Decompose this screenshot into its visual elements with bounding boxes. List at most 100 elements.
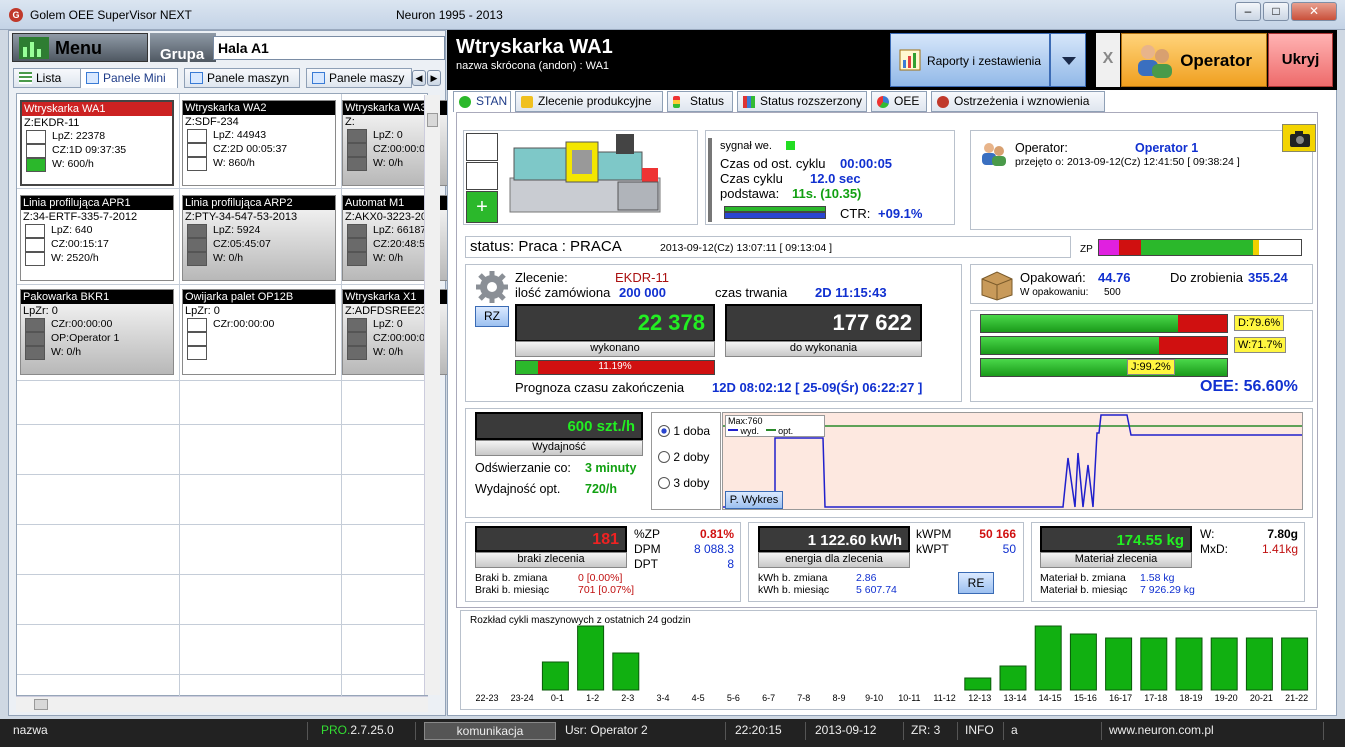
machine-card[interactable]: Linia profilująca ARP2 Z:PTY-34-547-53-20… <box>182 195 336 281</box>
range-3-days[interactable]: 3 doby <box>658 476 709 490</box>
cycle-bar-tick-label: 11-12 <box>933 693 956 703</box>
machine-card-value: CZr:00:00:00 <box>213 318 275 330</box>
re-button[interactable]: RE <box>958 572 994 594</box>
status-url[interactable]: www.neuron.com.pl <box>1104 722 1324 740</box>
cycle-bar-tick-label: 22-23 <box>475 693 499 703</box>
cycle-bar <box>1245 637 1273 691</box>
box-icon <box>981 271 1013 301</box>
signal-lamp-icon <box>187 252 207 266</box>
signal-lamp-icon <box>25 318 45 332</box>
todo-counter: 177 622 <box>725 304 922 342</box>
tab-oee[interactable]: OEE <box>871 91 927 112</box>
operator-name: Operator 1 <box>1135 141 1199 155</box>
hide-button[interactable]: Ukryj <box>1268 33 1333 87</box>
operator-label: Operator <box>1180 51 1252 70</box>
range-1-day[interactable]: 1 doba <box>658 424 710 438</box>
opt-perf-value: 720/h <box>585 482 617 496</box>
zp-label: ZP <box>1080 244 1093 255</box>
tab-machine-panels-2[interactable]: Panele maszy <box>306 68 412 88</box>
range-2-days[interactable]: 2 doby <box>658 450 709 464</box>
machine-card[interactable]: Owijarka palet OP12B LpZr: 0 CZr:00:00:00 <box>182 289 336 375</box>
group-field[interactable]: Hala A1 <box>213 36 445 60</box>
horizontal-scrollbar[interactable] <box>16 696 428 712</box>
machine-card[interactable]: Linia profilująca APR1 Z:34-ERTF-335-7-20… <box>20 195 174 281</box>
tab-label: Zlecenie produkcyjne <box>538 94 652 108</box>
machine-card[interactable]: Pakowarka BKR1 LpZr: 0 CZr:00:00:00 OP:Oper… <box>20 289 174 375</box>
energy-shift-label: kWh b. zmiana <box>758 572 828 584</box>
signal-lamp-icon <box>187 224 207 238</box>
close-button[interactable]: ✕ <box>1291 2 1337 21</box>
list-icon <box>19 72 32 84</box>
signal-lamp-icon <box>187 332 207 346</box>
camera-button[interactable] <box>1282 124 1316 152</box>
tab-machine-panels[interactable]: Panele maszyn <box>184 68 300 88</box>
machine-card-title: Owijarka palet OP12B <box>183 290 335 304</box>
tab-scroll-right-icon[interactable]: ▶ <box>427 70 441 86</box>
communication-indicator[interactable]: komunikacja <box>424 722 556 740</box>
cycle-bar-tick-label: 12-13 <box>968 693 992 703</box>
status-info[interactable]: INFO <box>960 722 1004 740</box>
tab-production-order[interactable]: Zlecenie produkcyjne <box>515 91 663 112</box>
range-label: 3 doby <box>673 476 710 490</box>
machine-card[interactable]: Wtryskarka WA1 Z:EKDR-11 LpZ: 22378 CZ:1D 0… <box>20 100 174 186</box>
tab-stan[interactable]: STAN <box>453 91 511 112</box>
kwpm-label: kWPM <box>916 527 952 541</box>
window-subtitle: Neuron 1995 - 2013 <box>396 8 503 22</box>
chart-button[interactable]: P. Wykres <box>725 491 783 509</box>
menu-chart-icon <box>19 37 49 59</box>
machine-card-value: LpZ: 66187 <box>373 224 427 236</box>
signal-lamp-icon <box>26 158 46 172</box>
done-label: wykonano <box>515 341 715 357</box>
operator-button[interactable]: Operator <box>1121 33 1267 87</box>
tab-list[interactable]: Lista <box>13 68 81 88</box>
machine-card[interactable]: Wtryskarka WA2 Z:SDF-234 LpZ: 44943 CZ:2D 0… <box>182 100 336 186</box>
tab-status[interactable]: Status <box>667 91 733 112</box>
cycle-bar <box>1140 637 1168 691</box>
dpt-label: DPT <box>634 557 658 571</box>
kwpm-value: 50 166 <box>979 527 1016 541</box>
signal-lamp-icon <box>25 332 45 346</box>
scrap-shift-value: 0 [0.00%] <box>578 572 623 584</box>
reports-dropdown-button[interactable] <box>1050 33 1086 87</box>
machine-card-metric: LpZ: 22378 <box>22 130 172 144</box>
vertical-scrollbar[interactable] <box>424 95 440 695</box>
machine-card-value: LpZ: 22378 <box>52 130 106 142</box>
reports-button[interactable]: Raporty i zestawienia <box>890 33 1050 87</box>
cycle-bar <box>612 652 640 691</box>
ordered-qty-value: 200 000 <box>619 285 666 300</box>
minimize-button[interactable]: – <box>1235 2 1261 21</box>
grid-icon <box>312 72 325 84</box>
rz-button[interactable]: RZ <box>475 306 509 327</box>
machine-card-value: LpZ: 640 <box>51 224 93 236</box>
tab-extended-status[interactable]: Status rozszerzony <box>737 91 867 112</box>
cycle-bar-tick-label: 16-17 <box>1109 693 1133 703</box>
traffic-light-icon <box>673 96 680 108</box>
cycle-bar <box>1069 633 1097 691</box>
performance-label: Wydajność <box>475 440 643 456</box>
material-mxd-value: 1.41kg <box>1261 542 1298 556</box>
users-icon <box>1138 45 1172 78</box>
ordered-qty-label: ilość zamówiona <box>515 285 611 300</box>
tab-scroll-left-icon[interactable]: ◀ <box>412 70 426 86</box>
cycle-bar-tick-label: 19-20 <box>1214 693 1238 703</box>
energy-shift-value: 2.86 <box>856 572 877 584</box>
cycle-bar <box>1210 637 1238 691</box>
machine-card-value: LpZ: 44943 <box>213 129 267 141</box>
forecast-value: 12D 08:02:12 [ 25-09(Śr) 06:22:27 ] <box>712 380 923 395</box>
menu-button[interactable]: Menu <box>12 33 148 62</box>
cycle-bar-tick-label: 18-19 <box>1179 693 1203 703</box>
tab-mini-panels[interactable]: Panele Mini <box>80 68 178 88</box>
machine-card-metric: LpZ: 640 <box>21 224 173 238</box>
bar-chart-icon <box>743 96 755 108</box>
signal-lamp-yellow <box>466 162 498 190</box>
signal-lamp-icon <box>347 346 367 360</box>
machine-card-metric: W: 2520/h <box>21 252 173 266</box>
machine-card-title: Linia profilująca APR1 <box>21 196 173 210</box>
reports-chart-icon <box>899 49 921 71</box>
done-counter: 22 378 <box>515 304 715 342</box>
maximize-button[interactable]: □ <box>1263 2 1289 21</box>
operator-taken: przejęto o: 2013-09-12(Cz) 12:41:50 [ 09… <box>1015 156 1240 168</box>
clear-button[interactable]: X <box>1096 33 1120 87</box>
tab-warnings[interactable]: Ostrzeżenia i wznowienia <box>931 91 1105 112</box>
tab-label: Panele maszy <box>329 71 405 85</box>
